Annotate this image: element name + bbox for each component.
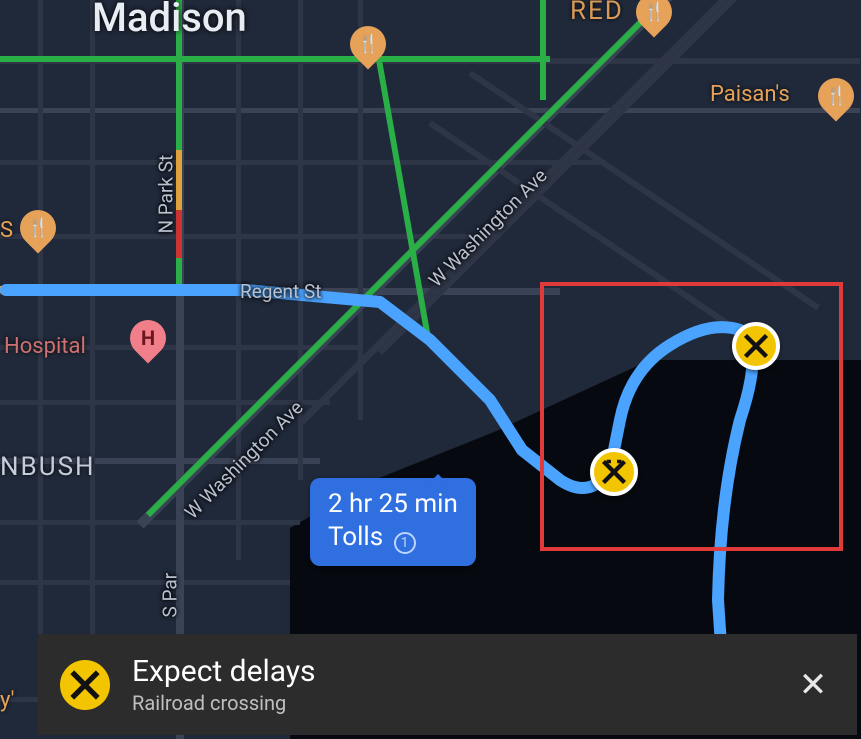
notification-subtitle: Railroad crossing <box>132 691 769 715</box>
city-label: Madison <box>92 0 247 41</box>
route-info-bubble[interactable]: 2 hr 25 min Tolls 1 <box>310 478 476 566</box>
close-button[interactable]: ✕ <box>791 663 835 707</box>
tolls-count-icon: 1 <box>394 532 416 554</box>
notification-title: Expect delays <box>132 654 769 689</box>
street-regent: Regent St <box>240 280 321 303</box>
delay-notification: Expect delays Railroad crossing ✕ <box>38 634 857 735</box>
restaurant-icon: 🍴 <box>643 2 665 23</box>
highlight-box <box>540 282 843 551</box>
hospital-icon: H <box>141 326 155 350</box>
poi-hospital-label[interactable]: Hospital <box>4 334 86 359</box>
poi-paisans-label[interactable]: Paisan's <box>710 82 790 107</box>
restaurant-icon: 🍴 <box>27 218 49 239</box>
restaurant-icon: 🍴 <box>357 34 379 55</box>
street-s-park: S Par <box>159 573 182 618</box>
close-icon: ✕ <box>799 665 828 705</box>
map-canvas[interactable]: Madison RED NBUSH S y' N Park St S Par R… <box>0 0 861 739</box>
restaurant-icon: 🍴 <box>825 86 847 107</box>
notification-text: Expect delays Railroad crossing <box>132 654 769 715</box>
route-duration: 2 hr 25 min <box>328 488 458 521</box>
area-label-nbush: NBUSH <box>0 452 96 482</box>
area-label-red: RED <box>570 0 624 26</box>
route-tolls-row: Tolls 1 <box>328 521 458 555</box>
label-y: y' <box>0 688 14 713</box>
railroad-crossing-icon <box>60 660 110 710</box>
street-n-park: N Park St <box>155 155 178 234</box>
area-label-s: S <box>0 218 13 243</box>
route-tolls-label: Tolls <box>328 522 383 552</box>
